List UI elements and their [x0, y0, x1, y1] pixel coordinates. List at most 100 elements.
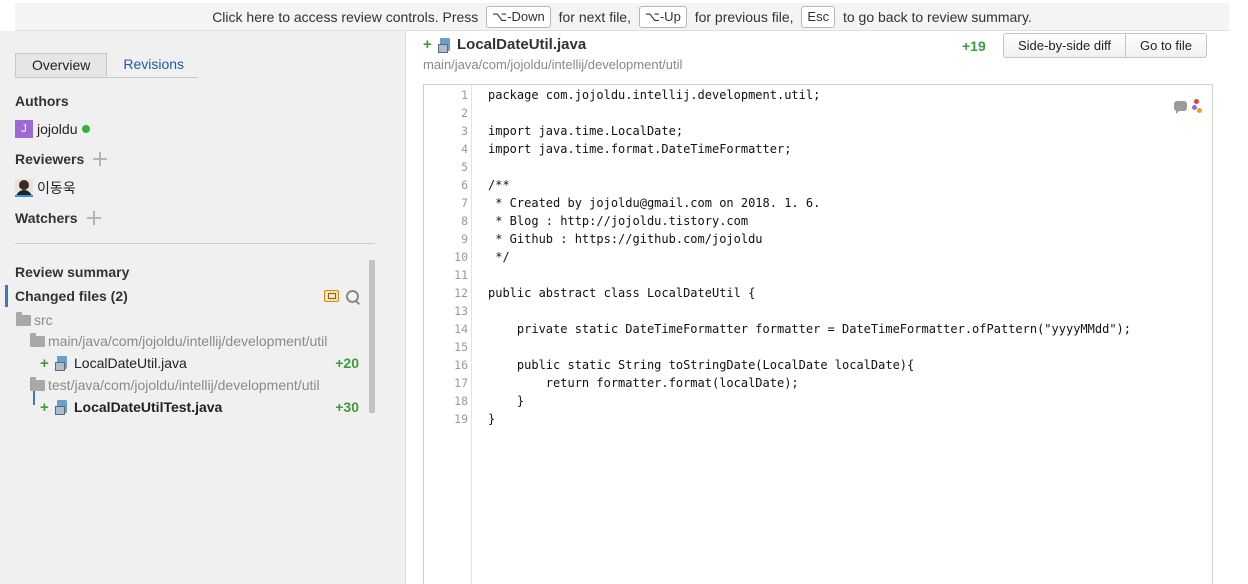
review-summary-link[interactable]: Review summary	[15, 264, 129, 280]
code-line[interactable]: 5	[424, 158, 1212, 176]
tree-scrollbar[interactable]	[369, 260, 375, 413]
add-watcher-button[interactable]	[86, 210, 102, 226]
code-text: }	[488, 394, 525, 408]
code-line[interactable]: 15	[424, 338, 1212, 356]
code-line[interactable]: 11	[424, 266, 1212, 284]
line-number: 17	[454, 376, 468, 390]
java-file-icon	[55, 400, 69, 415]
code-line[interactable]: 17 return formatter.format(localDate);	[424, 374, 1212, 392]
tree-file-localdateutiltest[interactable]: + LocalDateUtilTest.java +30	[40, 397, 359, 417]
line-number: 7	[461, 196, 468, 210]
file-actions: Side-by-side diff Go to file	[1003, 33, 1208, 58]
code-line[interactable]: 12 public abstract class LocalDateUtil {	[424, 284, 1212, 302]
code-line[interactable]: 6 /**	[424, 176, 1212, 194]
file-name: LocalDateUtilTest.java	[74, 399, 223, 415]
code-text: package com.jojoldu.intellij.development…	[488, 88, 821, 102]
review-controls-banner[interactable]: Click here to access review controls. Pr…	[15, 3, 1229, 31]
code-lines: 1 package com.jojoldu.intellij.developmen…	[424, 86, 1212, 428]
line-number: 14	[454, 322, 468, 336]
folder-icon	[16, 311, 31, 326]
reviewer-name: 이동욱	[37, 180, 76, 196]
add-reviewer-button[interactable]	[92, 151, 108, 167]
author-item[interactable]: J jojoldu	[15, 120, 91, 138]
folder-label: main/java/com/jojoldu/intellij/developme…	[48, 333, 328, 349]
reviewer-item[interactable]: 이동욱	[15, 178, 76, 198]
tree-folder-src[interactable]: src	[16, 310, 53, 330]
code-line[interactable]: 3 import java.time.LocalDate;	[424, 122, 1212, 140]
code-text: import java.time.format.DateTimeFormatte…	[488, 142, 792, 156]
folder-label: src	[34, 312, 53, 328]
code-line[interactable]: 10 */	[424, 248, 1212, 266]
line-number: 18	[454, 394, 468, 408]
code-text: * Created by jojoldu@gmail.com on 2018. …	[488, 196, 821, 210]
comment-indicators[interactable]	[1174, 99, 1202, 114]
code-text: * Blog : http://jojoldu.tistory.com	[488, 214, 749, 228]
line-number: 10	[454, 250, 468, 264]
folder-icon	[30, 332, 45, 347]
section-divider	[15, 243, 375, 244]
code-line[interactable]: 13	[424, 302, 1212, 320]
sidebar-tabs: Overview Revisions	[15, 53, 197, 78]
comment-bubble-icon[interactable]	[1174, 101, 1187, 114]
tab-overview[interactable]: Overview	[15, 53, 108, 77]
code-text: private static DateTimeFormatter formatt…	[488, 322, 1131, 336]
go-to-file-button[interactable]: Go to file	[1125, 33, 1208, 58]
code-text: public abstract class LocalDateUtil {	[488, 286, 756, 300]
java-file-icon	[55, 356, 69, 371]
line-number: 3	[461, 124, 468, 138]
line-number: 4	[461, 142, 468, 156]
code-line[interactable]: 16 public static String toStringDate(Loc…	[424, 356, 1212, 374]
reviewers-heading: Reviewers	[15, 151, 108, 167]
code-text: public static String toStringDate(LocalD…	[488, 358, 915, 372]
tree-folder-test[interactable]: test/java/com/jojoldu/intellij/developme…	[30, 375, 320, 395]
author-name: jojoldu	[37, 121, 78, 137]
tree-file-localdateutil[interactable]: + LocalDateUtil.java +20	[40, 353, 359, 373]
file-title: + LocalDateUtil.java	[423, 36, 586, 53]
added-file-icon: +	[40, 354, 49, 372]
added-file-icon: +	[40, 398, 49, 416]
code-line[interactable]: 14 private static DateTimeFormatter form…	[424, 320, 1212, 338]
banner-text: Click here to access review controls. Pr…	[212, 8, 483, 25]
folder-icon	[30, 376, 45, 391]
code-line[interactable]: 4 import java.time.format.DateTimeFormatt…	[424, 140, 1212, 158]
prev-file-key: ⌥-Up	[638, 5, 687, 28]
added-lines-count: +30	[335, 399, 359, 415]
code-line[interactable]: 19}	[424, 410, 1212, 428]
watchers-label: Watchers	[15, 210, 78, 226]
code-line[interactable]: 8 * Blog : http://jojoldu.tistory.com	[424, 212, 1212, 230]
code-line[interactable]: 1 package com.jojoldu.intellij.developmen…	[424, 86, 1212, 104]
online-status-icon	[82, 125, 91, 133]
code-line[interactable]: 18 }	[424, 392, 1212, 410]
changed-files-header[interactable]: Changed files (2)	[5, 285, 360, 307]
code-line[interactable]: 2	[424, 104, 1212, 122]
code-text: */	[488, 250, 510, 264]
line-number: 19	[454, 412, 468, 426]
code-text: return formatter.format(localDate);	[488, 376, 799, 390]
authors-label: Authors	[15, 93, 69, 109]
code-line[interactable]: 7 * Created by jojoldu@gmail.com on 2018…	[424, 194, 1212, 212]
line-number: 5	[461, 160, 468, 174]
file-name: LocalDateUtil.java	[457, 36, 587, 53]
line-number: 13	[454, 304, 468, 318]
code-line[interactable]: 9 * Github : https://github.com/jojoldu	[424, 230, 1212, 248]
folder-settings-icon[interactable]	[324, 290, 339, 302]
line-number: 2	[461, 106, 468, 120]
side-by-side-diff-button[interactable]: Side-by-side diff	[1003, 33, 1126, 58]
watchers-heading: Watchers	[15, 210, 102, 226]
file-path: main/java/com/jojoldu/intellij/developme…	[423, 57, 683, 72]
tab-revisions[interactable]: Revisions	[107, 53, 200, 77]
file-header: + LocalDateUtil.java main/java/com/jojol…	[423, 33, 1213, 75]
code-viewer[interactable]: 1 package com.jojoldu.intellij.developmen…	[423, 84, 1213, 584]
code-text: import java.time.LocalDate;	[488, 124, 684, 138]
line-number: 9	[461, 232, 468, 246]
banner-text: for previous file,	[690, 8, 798, 25]
line-number: 1	[461, 88, 468, 102]
tree-folder-main[interactable]: main/java/com/jojoldu/intellij/developme…	[30, 331, 327, 351]
avatar	[15, 179, 33, 197]
search-icon[interactable]	[345, 289, 360, 304]
reviewers-label: Reviewers	[15, 151, 85, 167]
